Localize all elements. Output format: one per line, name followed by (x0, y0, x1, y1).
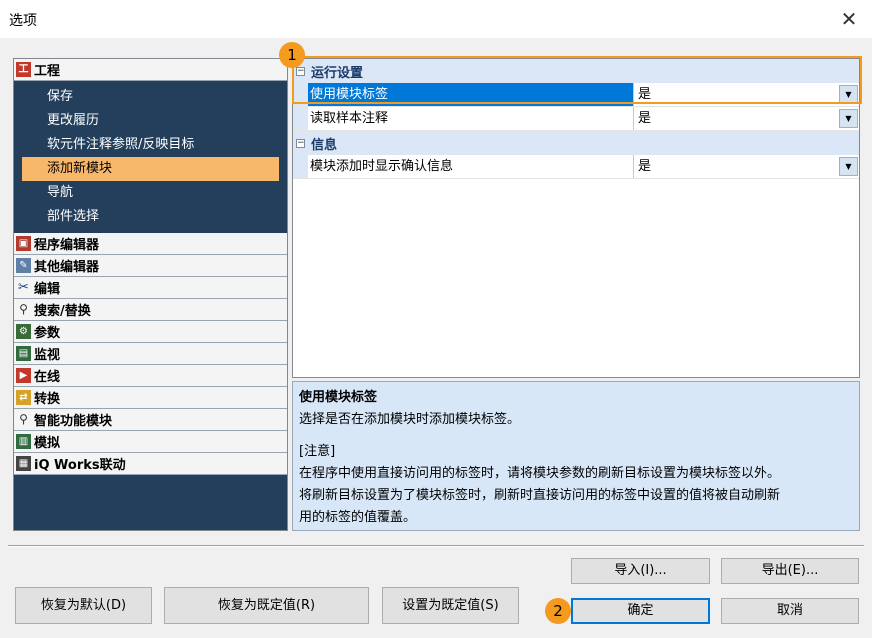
parameter-icon: ⚙ (16, 324, 31, 339)
property-value[interactable]: 是 ▼ (634, 83, 859, 106)
restore-default-button[interactable]: 恢复为默认(D) (15, 587, 152, 624)
intelligent-module-icon: ⚲ (19, 412, 28, 426)
close-icon[interactable]: ✕ (834, 4, 864, 34)
group-label: 信息 (311, 137, 338, 153)
tree-category-list: ▣ 程序编辑器 ✎ 其他编辑器 ✂ 编辑 ⚲ 搜索/替换 ⚙ 参数 ▤ 监视 ▶… (14, 233, 287, 475)
note-text-1: 在程序中使用直接访问用的标签时，请将模块参数的刷新目标设置为模块标签以外。 (299, 466, 781, 481)
tree-subitems: 保存 更改履历 软元件注释参照/反映目标 添加新模块 导航 部件选择 (14, 81, 287, 233)
tree-category-project[interactable]: 工 工程 (14, 59, 287, 81)
tree-category-search-replace[interactable]: ⚲ 搜索/替换 (14, 299, 287, 321)
tree-category-parameter[interactable]: ⚙ 参数 (14, 321, 287, 343)
annotation-badge-1: 1 (279, 42, 305, 68)
row-gutter (293, 107, 308, 130)
group-information[interactable]: − 信息 (293, 131, 859, 155)
description-panel: 使用模块标签 选择是否在添加模块时添加模块标签。 [注意] 在程序中使用直接访问… (292, 381, 860, 531)
tree-category-label: 智能功能模块 (34, 414, 113, 429)
group-label: 运行设置 (311, 65, 364, 81)
tree-item-add-new-module[interactable]: 添加新模块 (22, 157, 279, 181)
dropdown-arrow-icon[interactable]: ▼ (839, 85, 858, 104)
restore-preset-button[interactable]: 恢复为既定值(R) (164, 587, 369, 624)
dropdown-arrow-icon[interactable]: ▼ (839, 109, 858, 128)
tree-item-device-comment[interactable]: 软元件注释参照/反映目标 (14, 133, 287, 157)
title-bar: 选项 ✕ (0, 0, 872, 38)
tree-category-label: iQ Works联动 (34, 458, 126, 473)
property-row-confirm-on-add[interactable]: 模块添加时显示确认信息 是 ▼ (293, 155, 859, 179)
note-text-3: 用的标签的值覆盖。 (299, 510, 417, 525)
tree-category-monitor[interactable]: ▤ 监视 (14, 343, 287, 365)
property-name: 模块添加时显示确认信息 (308, 155, 634, 178)
cancel-button[interactable]: 取消 (721, 598, 859, 624)
description-text: 选择是否在添加模块时添加模块标签。 (299, 412, 521, 427)
scissors-icon: ✂ (18, 280, 29, 295)
property-value-text: 是 (638, 87, 652, 102)
tree-category-label: 搜索/替换 (34, 304, 91, 319)
tree-category-label: 编辑 (34, 282, 61, 297)
tree-category-label: 模拟 (34, 436, 61, 451)
note-label: [注意] (299, 444, 336, 459)
tree-category-label: 转换 (34, 392, 61, 407)
property-grid: − 运行设置 使用模块标签 是 ▼ 读取样本注释 是 ▼ − 信息 模块添加时显… (292, 58, 860, 378)
tree-category-label: 参数 (34, 326, 61, 341)
binoculars-icon: ⚲ (19, 302, 28, 316)
window-title: 选项 (9, 13, 37, 29)
tree-item-save[interactable]: 保存 (14, 85, 287, 109)
tree-category-label: 程序编辑器 (34, 238, 100, 253)
property-value[interactable]: 是 ▼ (634, 155, 859, 178)
collapse-icon[interactable]: − (296, 138, 305, 148)
tree-category-program-editor[interactable]: ▣ 程序编辑器 (14, 233, 287, 255)
program-editor-icon: ▣ (16, 236, 31, 251)
online-icon: ▶ (16, 368, 31, 383)
property-name: 使用模块标签 (308, 83, 634, 106)
tree-category-iq-works[interactable]: ▦ iQ Works联动 (14, 453, 287, 475)
monitor-icon: ▤ (16, 346, 31, 361)
dropdown-arrow-icon[interactable]: ▼ (839, 157, 858, 176)
description-title: 使用模块标签 (299, 390, 378, 405)
tree-category-online[interactable]: ▶ 在线 (14, 365, 287, 387)
tree-category-other-editor[interactable]: ✎ 其他编辑器 (14, 255, 287, 277)
tree-category-label: 其他编辑器 (34, 260, 100, 275)
collapse-icon[interactable]: − (296, 66, 305, 76)
other-editor-icon: ✎ (16, 258, 31, 273)
iq-works-icon: ▦ (16, 456, 31, 471)
property-value[interactable]: 是 ▼ (634, 107, 859, 130)
property-value-text: 是 (638, 159, 652, 174)
tree-category-label: 工程 (34, 64, 61, 79)
tree-item-change-history[interactable]: 更改履历 (14, 109, 287, 133)
property-value-text: 是 (638, 111, 652, 126)
convert-icon: ⇄ (16, 390, 31, 405)
ok-button[interactable]: 确定 (571, 598, 710, 624)
tree-category-label: 监视 (34, 348, 61, 363)
set-preset-button[interactable]: 设置为既定值(S) (382, 587, 519, 624)
row-gutter (293, 155, 308, 178)
tree-item-parts-selection[interactable]: 部件选择 (14, 205, 287, 229)
tree-category-simulation[interactable]: ▥ 模拟 (14, 431, 287, 453)
export-button[interactable]: 导出(E)... (721, 558, 859, 584)
tree-item-navigation[interactable]: 导航 (14, 181, 287, 205)
annotation-badge-2: 2 (545, 598, 571, 624)
tree-category-edit[interactable]: ✂ 编辑 (14, 277, 287, 299)
tree-category-convert[interactable]: ⇄ 转换 (14, 387, 287, 409)
tree-category-label: 在线 (34, 370, 61, 385)
property-row-read-sample-comment[interactable]: 读取样本注释 是 ▼ (293, 107, 859, 131)
group-run-settings[interactable]: − 运行设置 (293, 59, 859, 83)
tree-category-intelligent-module[interactable]: ⚲ 智能功能模块 (14, 409, 287, 431)
row-gutter (293, 83, 308, 106)
property-name: 读取样本注释 (308, 107, 634, 130)
note-text-2: 将刷新目标设置为了模块标签时，刷新时直接访问用的标签中设置的值将被自动刷新 (299, 488, 781, 503)
property-row-use-module-label[interactable]: 使用模块标签 是 ▼ (293, 83, 859, 107)
simulation-icon: ▥ (16, 434, 31, 449)
divider (8, 545, 864, 547)
import-button[interactable]: 导入(I)... (571, 558, 710, 584)
project-icon: 工 (16, 62, 31, 77)
options-tree: 工 工程 保存 更改履历 软元件注释参照/反映目标 添加新模块 导航 部件选择 … (13, 58, 288, 531)
